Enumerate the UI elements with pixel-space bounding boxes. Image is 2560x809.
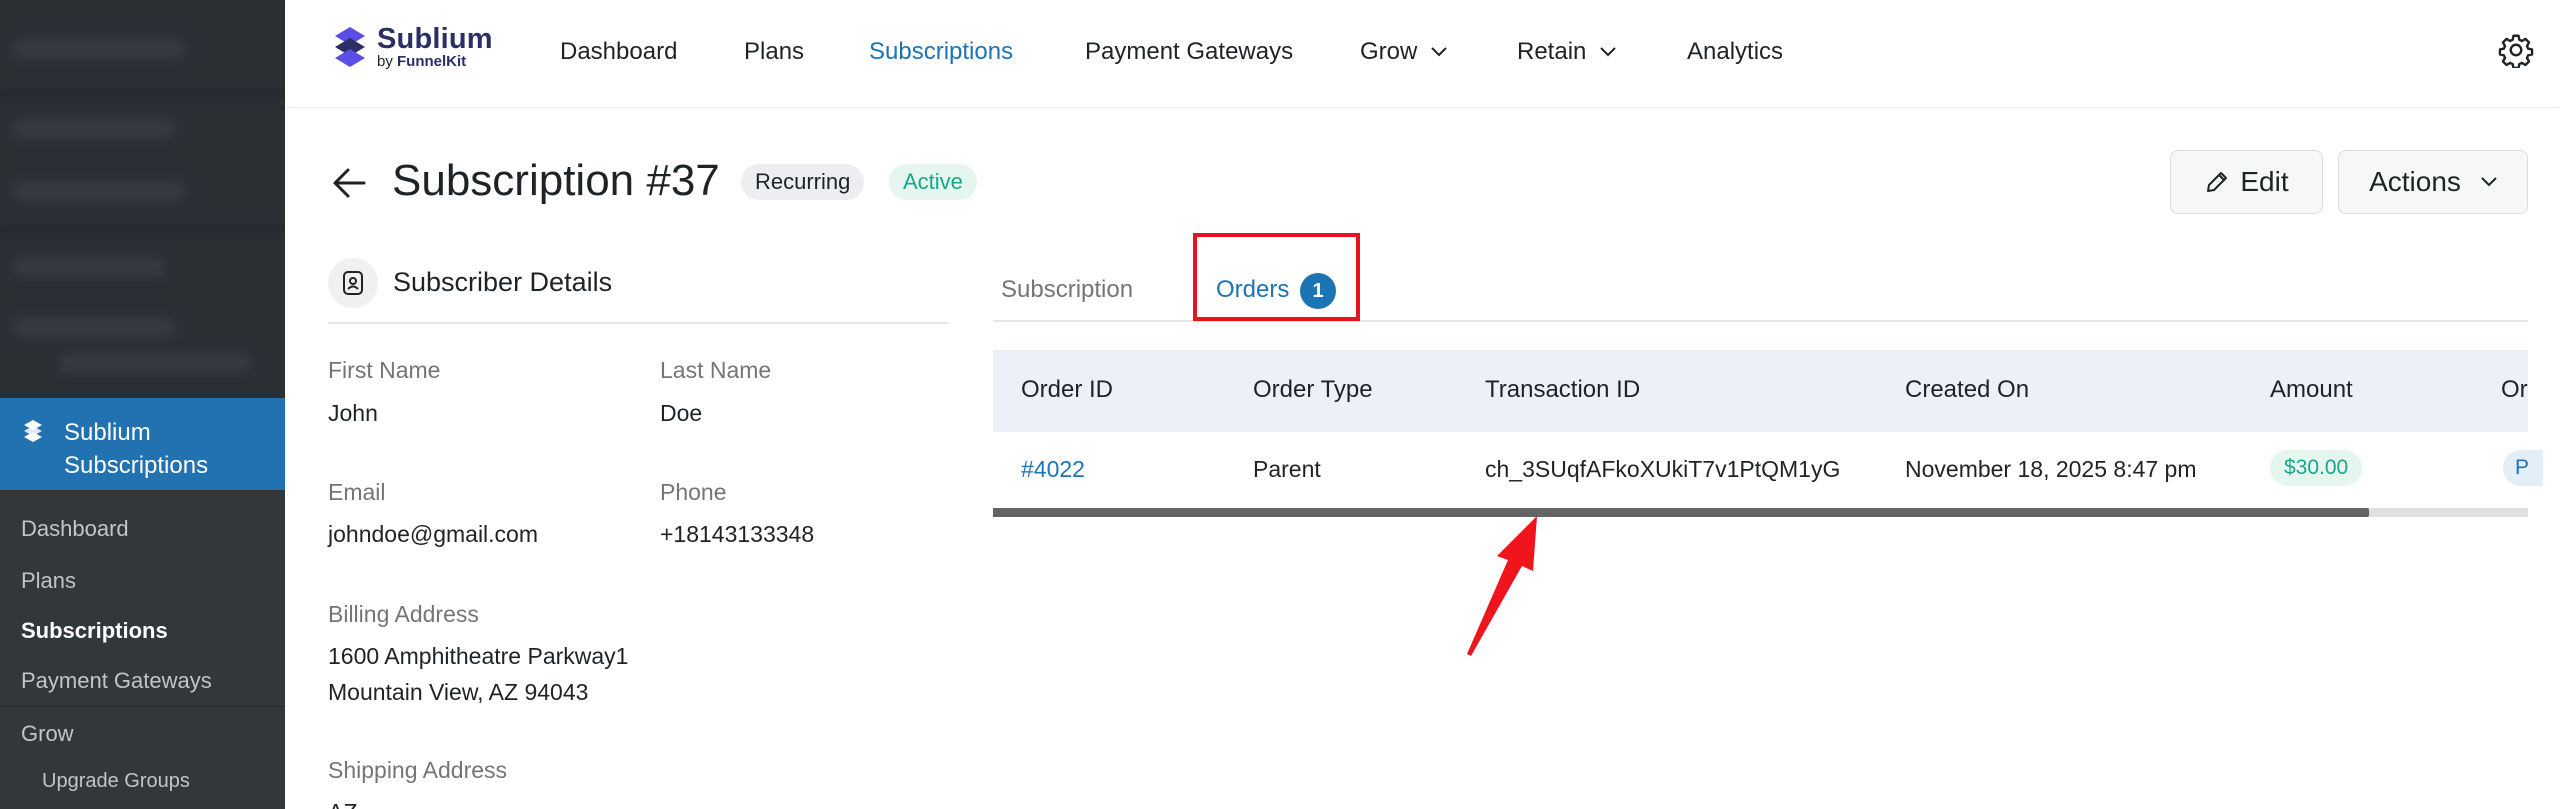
blurred-menu-item [14, 120, 174, 138]
back-arrow-icon[interactable] [332, 166, 366, 200]
orders-table-header: Order ID Order Type Transaction ID Creat… [993, 350, 2528, 432]
sidebar-menu-sublium[interactable]: Sublium Subscriptions [0, 398, 285, 490]
status-badge: Active [889, 164, 977, 200]
nav-dashboard[interactable]: Dashboard [560, 38, 677, 66]
sidebar-item-dashboard[interactable]: Dashboard [21, 516, 129, 542]
shipping-address-label: Shipping Address [328, 757, 508, 783]
table-row: #4022 Parent ch_3SUqfAFkoXUkiT7v1PtQM1yG… [993, 432, 2543, 510]
scrollbar-thumb[interactable] [993, 508, 2369, 517]
brand-logo[interactable]: Sublium by FunnelKit [331, 24, 493, 70]
order-type-cell: Parent [1253, 456, 1321, 482]
billing-address-label: Billing Address [328, 601, 479, 627]
billing-address-line2: Mountain View, AZ 94043 [328, 679, 589, 705]
column-order-status-partial: Or [2501, 376, 2528, 403]
blurred-menu-item [14, 258, 164, 276]
sublium-logo-icon [24, 420, 42, 442]
shipping-address-partial: AZ [328, 794, 357, 809]
sidebar-divider [0, 706, 285, 707]
order-id-link[interactable]: #4022 [1021, 456, 1085, 483]
email-value: johndoe@gmail.com [328, 521, 539, 547]
nav-payment-gateways[interactable]: Payment Gateways [1085, 38, 1293, 66]
sidebar-item-payment-gateways[interactable]: Payment Gateways [21, 668, 212, 694]
blurred-divider [0, 92, 285, 94]
blurred-menu-area [0, 0, 285, 398]
tab-subscription[interactable]: Subscription [1001, 276, 1133, 304]
edit-button[interactable]: Edit [2170, 150, 2323, 214]
actions-dropdown-button[interactable]: Actions [2338, 150, 2528, 214]
contact-card-icon [343, 271, 363, 295]
nav-analytics[interactable]: Analytics [1687, 38, 1783, 66]
highlight-annotation-box [1193, 233, 1360, 321]
brand-byline: by FunnelKit [377, 53, 467, 70]
column-order-type: Order Type [1253, 376, 1373, 403]
sidebar-submenu: Dashboard Plans Subscriptions Payment Ga… [0, 490, 285, 809]
horizontal-scrollbar[interactable] [993, 508, 2528, 517]
column-amount: Amount [2270, 376, 2353, 403]
phone-value: +18143133348 [660, 521, 815, 547]
brand-name: Sublium [377, 23, 493, 55]
sidebar-item-grow[interactable]: Grow [21, 721, 74, 747]
last-name-label: Last Name [660, 357, 772, 383]
amount-badge: $30.00 [2270, 450, 2363, 486]
top-navigation: Sublium by FunnelKit Dashboard Plans Sub… [285, 0, 2560, 108]
order-status-badge-partial: P [2503, 450, 2543, 486]
blurred-divider [0, 228, 285, 230]
blurred-menu-item [14, 40, 184, 58]
subscriber-details-title: Subscriber Details [393, 267, 613, 297]
last-name-value: Doe [660, 400, 703, 426]
red-annotation-arrow-icon [1467, 516, 1537, 656]
sidebar-item-subscriptions[interactable]: Subscriptions [21, 618, 168, 644]
chevron-down-icon [2481, 177, 2497, 187]
sublium-logo-icon [335, 27, 365, 67]
chevron-down-icon [1600, 47, 1617, 57]
wp-admin-sidebar: Sublium Subscriptions Dashboard Plans Su… [0, 0, 285, 809]
email-label: Email [328, 479, 386, 505]
badge-recurring: Recurring [741, 164, 865, 200]
phone-label: Phone [660, 479, 727, 505]
nav-plans[interactable]: Plans [744, 38, 804, 66]
gear-icon[interactable] [2498, 32, 2534, 68]
first-name-label: First Name [328, 357, 441, 383]
sidebar-menu-label: Sublium Subscriptions [64, 419, 209, 479]
sidebar-item-upgrade-groups[interactable]: Upgrade Groups [42, 770, 190, 793]
billing-address-line1: 1600 Amphitheatre Parkway1 [328, 643, 629, 669]
pencil-icon [2207, 172, 2228, 192]
transaction-id-cell: ch_3SUqfAFkoXUkiT7v1PtQM1yG [1485, 456, 1841, 482]
blurred-menu-item [14, 182, 184, 200]
blurred-menu-item [14, 318, 174, 336]
nav-retain[interactable]: Retain [1517, 38, 1617, 66]
column-created-on: Created On [1905, 376, 2030, 403]
column-transaction-id: Transaction ID [1485, 376, 1641, 403]
column-order-id: Order ID [1021, 376, 1114, 403]
nav-subscriptions[interactable]: Subscriptions [869, 38, 1013, 66]
chevron-down-icon [1431, 47, 1448, 57]
sidebar-item-plans[interactable]: Plans [21, 568, 76, 594]
subscriber-icon [328, 258, 378, 308]
first-name-value: John [328, 400, 378, 426]
created-on-cell: November 18, 2025 8:47 pm [1905, 456, 2197, 482]
blurred-menu-item [60, 354, 250, 372]
nav-grow[interactable]: Grow [1360, 38, 1448, 66]
page-title: Subscription #37 [392, 156, 720, 205]
section-divider [328, 322, 948, 324]
